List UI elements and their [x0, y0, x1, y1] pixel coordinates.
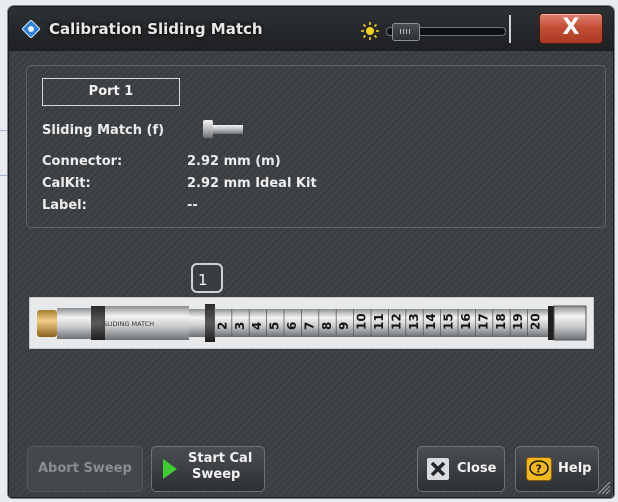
- dialog-content: Port 1 Sliding Match (f) Connector: 2.92…: [9, 51, 613, 497]
- transparency-slider[interactable]: [386, 23, 506, 41]
- help-button[interactable]: ? Help: [515, 446, 599, 492]
- scale-label: 19: [511, 313, 525, 330]
- scale-label: 14: [424, 313, 438, 330]
- resize-grip-icon[interactable]: [597, 481, 611, 495]
- standard-name: Sliding Match (f): [42, 123, 165, 138]
- scale-label: 8: [320, 322, 334, 330]
- scale-label: 10: [355, 313, 369, 330]
- scale-label: 16: [459, 313, 473, 330]
- start-cal-sweep-button[interactable]: Start Cal Sweep: [151, 446, 265, 492]
- help-icon: ?: [526, 457, 552, 481]
- app-diamond-icon: [22, 20, 40, 38]
- calibration-dialog: Calibration Sliding Match X Port 1 Slidi…: [8, 6, 614, 498]
- abort-sweep-label: Abort Sweep: [38, 461, 132, 476]
- scale-label: 20: [529, 313, 543, 330]
- start-cal-sweep-label-line1: Start Cal: [188, 451, 253, 466]
- help-label: Help: [558, 461, 592, 476]
- scale-label: 7: [302, 322, 316, 330]
- current-position-marker: 1: [191, 263, 223, 293]
- scale-label: 13: [407, 313, 421, 330]
- calkit-label: CalKit:: [42, 176, 91, 191]
- sliding-match-diagram: SLIDING MATCH 2 3 4 5 6 7 8 9 10 11 12 13 14 15 16 17 18…: [29, 297, 594, 349]
- scale-label: 5: [268, 322, 282, 330]
- close-x-icon: [427, 458, 449, 480]
- port-label: Port 1: [42, 78, 180, 106]
- connector-value: 2.92 mm (m): [187, 154, 281, 169]
- scale-label: 17: [476, 313, 490, 330]
- connector-label: Connector:: [42, 154, 123, 169]
- start-cal-sweep-label-line2: Sweep: [192, 467, 241, 482]
- brightness-icon: [361, 22, 379, 40]
- scale-label: 15: [442, 313, 456, 330]
- slider-thumb[interactable]: [392, 23, 420, 41]
- scale-label: 11: [372, 313, 386, 330]
- label-value: --: [187, 198, 198, 213]
- abort-sweep-button[interactable]: Abort Sweep: [27, 446, 143, 492]
- scale-label: 12: [389, 313, 403, 330]
- svg-text:?: ?: [536, 463, 542, 476]
- title-separator: [509, 15, 511, 43]
- scale-label: 2: [215, 322, 229, 330]
- standard-info-panel: Port 1 Sliding Match (f) Connector: 2.92…: [26, 65, 606, 228]
- dialog-title: Calibration Sliding Match: [49, 20, 263, 38]
- scale-label: 18: [494, 313, 508, 330]
- scale-label: 9: [337, 322, 351, 330]
- calkit-value: 2.92 mm Ideal Kit: [187, 176, 317, 191]
- play-icon: [163, 459, 177, 479]
- scale-label: 6: [285, 322, 299, 330]
- device-label: SLIDING MATCH: [103, 320, 154, 328]
- window-close-button[interactable]: X: [539, 13, 603, 44]
- scale-label: 3: [233, 322, 247, 330]
- scale-label: 4: [250, 322, 264, 330]
- sliding-match-icon: [203, 120, 243, 138]
- close-label: Close: [457, 461, 497, 476]
- label-label: Label:: [42, 198, 87, 213]
- title-bar: Calibration Sliding Match X: [9, 7, 613, 51]
- close-button[interactable]: Close: [417, 446, 505, 492]
